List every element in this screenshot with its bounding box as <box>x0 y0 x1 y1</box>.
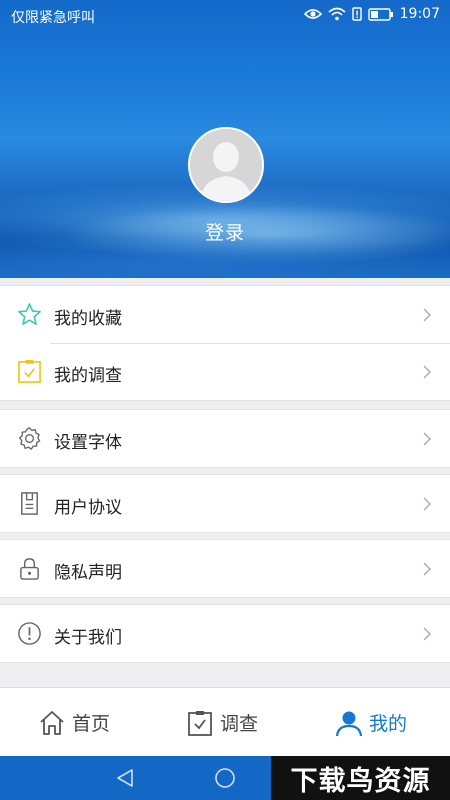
survey-clipboard-icon <box>18 359 41 383</box>
tab-label: 首页 <box>72 713 111 735</box>
menu-section-agreement: 用户协议 <box>0 474 450 533</box>
document-icon <box>21 492 38 515</box>
default-avatar-icon <box>190 129 262 201</box>
carrier-text: 仅限紧急呼叫 <box>11 10 95 26</box>
star-icon <box>18 303 41 325</box>
sim-alert-icon <box>351 7 362 21</box>
menu-item-user-agreement[interactable]: 用户协议 <box>0 475 450 532</box>
chevron-right-icon <box>423 627 431 641</box>
chevron-right-icon <box>423 308 431 322</box>
menu-item-favorites[interactable]: 我的收藏 <box>0 286 450 343</box>
menu-label: 隐私声明 <box>54 563 122 583</box>
user-icon <box>335 711 363 736</box>
survey-clipboard-icon <box>188 710 212 736</box>
profile-header: 仅限紧急呼叫 19:07 登录 <box>0 0 450 278</box>
lock-icon <box>20 558 39 580</box>
menu-label: 我的收藏 <box>54 309 122 329</box>
bottom-tab-bar: 首页 调查 我的 <box>0 687 450 756</box>
info-exclamation-icon <box>18 622 41 645</box>
menu-label: 用户协议 <box>54 498 122 518</box>
status-time: 19:07 <box>399 6 440 22</box>
menu-section-personal: 我的收藏 我的调查 <box>0 285 450 401</box>
menu-section-font: 设置字体 <box>0 409 450 468</box>
tab-label: 我的 <box>369 713 408 735</box>
tab-label: 调查 <box>220 713 259 735</box>
back-icon[interactable] <box>114 767 136 789</box>
eye-icon <box>303 9 322 19</box>
home-icon <box>40 710 64 735</box>
status-bar: 仅限紧急呼叫 19:07 <box>0 0 450 32</box>
menu-label: 关于我们 <box>54 628 122 648</box>
chevron-right-icon <box>423 497 431 511</box>
battery-icon <box>367 7 393 21</box>
wifi-icon <box>328 7 346 21</box>
menu-label: 我的调查 <box>54 366 122 386</box>
watermark: 下载鸟资源 <box>271 756 450 800</box>
chevron-right-icon <box>423 432 431 446</box>
menu-label: 设置字体 <box>54 433 122 453</box>
menu-item-privacy[interactable]: 隐私声明 <box>0 540 450 597</box>
chevron-right-icon <box>423 562 431 576</box>
menu-item-about[interactable]: 关于我们 <box>0 605 450 662</box>
chevron-right-icon <box>423 365 431 379</box>
tab-survey[interactable]: 调查 <box>186 688 258 757</box>
tab-home[interactable]: 首页 <box>38 688 110 757</box>
tab-mine[interactable]: 我的 <box>335 688 407 757</box>
avatar[interactable] <box>188 127 264 203</box>
login-link[interactable]: 登录 <box>0 218 450 245</box>
menu-section-about: 关于我们 <box>0 604 450 663</box>
home-circle-icon[interactable] <box>214 767 236 789</box>
gear-icon <box>19 427 41 450</box>
menu-item-font-settings[interactable]: 设置字体 <box>0 410 450 467</box>
menu-section-privacy: 隐私声明 <box>0 539 450 598</box>
menu-item-surveys[interactable]: 我的调查 <box>0 343 450 400</box>
